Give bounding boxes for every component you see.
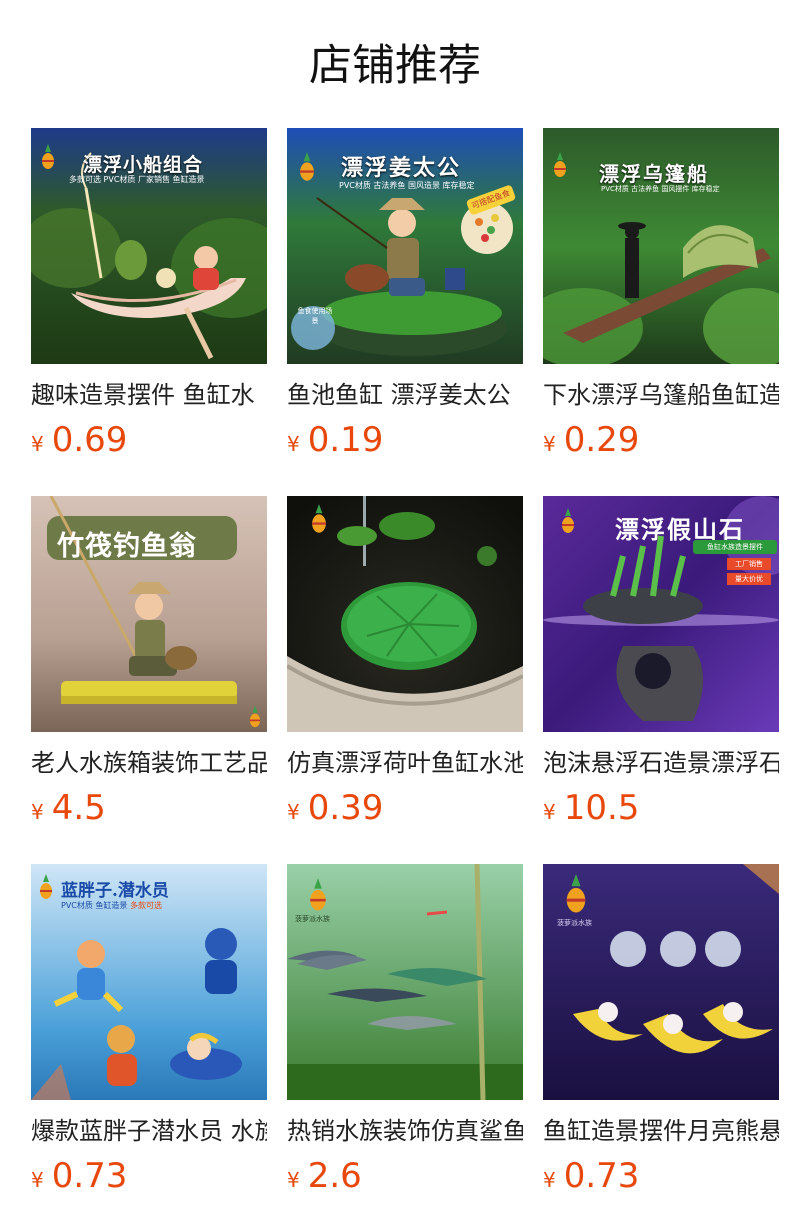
product-grid: 漂浮小船组合 多款可选 PVC材质 厂家销售 鱼缸造景 趣味造景摆件 鱼缸水 ¥… <box>31 128 790 1232</box>
currency-symbol: ¥ <box>543 1168 556 1192</box>
product-card[interactable]: 漂浮乌篷船 PVC材质 古法养鱼 国风摆件 库存稳定 下水漂浮乌篷船鱼缸造 ¥0… <box>543 128 779 466</box>
product-card[interactable]: 漂浮小船组合 多款可选 PVC材质 厂家销售 鱼缸造景 趣味造景摆件 鱼缸水 ¥… <box>31 128 267 466</box>
product-banner-title: 竹筏钓鱼翁 <box>57 531 197 562</box>
product-banner-tagline: PVC材质 鱼缸造景 多款可选 <box>61 900 162 911</box>
pineapple-logo-icon <box>309 878 327 912</box>
product-name[interactable]: 鱼池鱼缸 漂浮姜太公 <box>287 380 523 410</box>
currency-symbol: ¥ <box>287 800 300 824</box>
product-price: ¥0.39 <box>287 788 523 834</box>
product-banner-title: 漂浮姜太公 <box>341 155 462 181</box>
product-price: ¥10.5 <box>543 788 779 834</box>
product-tag: 工厂销售 <box>727 558 771 570</box>
product-card[interactable]: 仿真漂浮荷叶鱼缸水池 ¥0.39 <box>287 496 523 834</box>
price-value: 10.5 <box>563 788 640 828</box>
product-banner-tagline: 鱼缸水族造景摆件 <box>693 540 777 554</box>
product-tag: 量大价优 <box>727 573 771 585</box>
product-banner-title: 蓝胖子.潜水员 <box>61 881 169 901</box>
product-tagline-text: PVC材质 鱼缸造景 <box>61 901 128 910</box>
product-highlight: 多款可选 <box>129 901 162 910</box>
brand-name: 菠萝派水族 <box>557 919 592 927</box>
product-banner-title: 漂浮乌篷船 <box>599 162 709 186</box>
currency-symbol: ¥ <box>287 1168 300 1192</box>
product-name[interactable]: 热销水族装饰仿真鲨鱼 <box>287 1116 523 1146</box>
price-value: 0.19 <box>307 420 384 460</box>
product-image[interactable]: 漂浮小船组合 多款可选 PVC材质 厂家销售 鱼缸造景 <box>31 128 267 364</box>
product-price: ¥0.69 <box>31 420 267 466</box>
product-corner-label: 鱼食使用场景 <box>297 307 333 325</box>
product-image[interactable]: 漂浮乌篷船 PVC材质 古法养鱼 国风摆件 库存稳定 <box>543 128 779 364</box>
brand-name: 菠萝派水族 <box>295 915 330 923</box>
pineapple-logo-icon <box>39 874 53 900</box>
product-image[interactable]: 蓝胖子.潜水员 PVC材质 鱼缸造景 多款可选 <box>31 864 267 1100</box>
currency-symbol: ¥ <box>543 800 556 824</box>
pineapple-logo-icon <box>553 152 567 178</box>
currency-symbol: ¥ <box>543 432 556 456</box>
product-card[interactable]: 菠萝派水族 鱼缸造景摆件月亮熊悬 ¥0.73 <box>543 864 779 1202</box>
product-name[interactable]: 仿真漂浮荷叶鱼缸水池 <box>287 748 523 778</box>
pineapple-logo-icon <box>299 152 315 182</box>
pineapple-logo-icon <box>561 508 575 534</box>
product-banner-tagline: PVC材质 古法养鱼 国风摆件 库存稳定 <box>601 185 720 193</box>
product-card[interactable]: 菠萝派水族 热销水族装饰仿真鲨鱼 ¥2.6 <box>287 864 523 1202</box>
price-value: 0.73 <box>51 1156 128 1196</box>
product-banner-title: 漂浮小船组合 <box>83 154 204 176</box>
product-name[interactable]: 鱼缸造景摆件月亮熊悬 <box>543 1116 779 1146</box>
price-value: 4.5 <box>51 788 106 828</box>
pineapple-logo-icon <box>41 144 55 170</box>
product-card[interactable]: 竹筏钓鱼翁 老人水族箱装饰工艺品 ¥4.5 <box>31 496 267 834</box>
product-price: ¥0.19 <box>287 420 523 466</box>
product-name[interactable]: 泡沫悬浮石造景漂浮石 <box>543 748 779 778</box>
product-price: ¥0.73 <box>31 1156 267 1202</box>
currency-symbol: ¥ <box>287 432 300 456</box>
product-price: ¥0.73 <box>543 1156 779 1202</box>
product-name[interactable]: 趣味造景摆件 鱼缸水 <box>31 380 267 410</box>
product-name[interactable]: 老人水族箱装饰工艺品 <box>31 748 267 778</box>
price-value: 0.39 <box>307 788 384 828</box>
product-image[interactable]: 菠萝派水族 <box>543 864 779 1100</box>
product-card[interactable]: 漂浮姜太公 PVC材质 古法养鱼 国风造景 库存稳定 可搭配鱼食 鱼食使用场景 … <box>287 128 523 466</box>
product-image[interactable]: 菠萝派水族 <box>287 864 523 1100</box>
pineapple-logo-icon <box>565 874 587 914</box>
price-value: 0.73 <box>563 1156 640 1196</box>
product-banner-tagline: PVC材质 古法养鱼 国风造景 库存稳定 <box>339 181 475 190</box>
price-value: 0.29 <box>563 420 640 460</box>
currency-symbol: ¥ <box>31 800 44 824</box>
currency-symbol: ¥ <box>31 432 44 456</box>
pineapple-logo-icon <box>249 706 261 728</box>
product-banner-tagline: 多款可选 PVC材质 厂家销售 鱼缸造景 <box>69 175 205 184</box>
pineapple-logo-icon <box>311 504 327 534</box>
product-image[interactable] <box>287 496 523 732</box>
product-price: ¥2.6 <box>287 1156 523 1202</box>
product-price: ¥4.5 <box>31 788 267 834</box>
currency-symbol: ¥ <box>31 1168 44 1192</box>
product-image[interactable]: 漂浮假山石 鱼缸水族造景摆件 工厂销售 量大价优 <box>543 496 779 732</box>
product-name[interactable]: 爆款蓝胖子潜水员 水族 <box>31 1116 267 1146</box>
product-card[interactable]: 蓝胖子.潜水员 PVC材质 鱼缸造景 多款可选 爆款蓝胖子潜水员 水族 ¥0.7… <box>31 864 267 1202</box>
product-card[interactable]: 漂浮假山石 鱼缸水族造景摆件 工厂销售 量大价优 泡沫悬浮石造景漂浮石 ¥10.… <box>543 496 779 834</box>
product-name[interactable]: 下水漂浮乌篷船鱼缸造 <box>543 380 779 410</box>
product-image[interactable]: 竹筏钓鱼翁 <box>31 496 267 732</box>
product-price: ¥0.29 <box>543 420 779 466</box>
price-value: 2.6 <box>307 1156 362 1196</box>
product-image[interactable]: 漂浮姜太公 PVC材质 古法养鱼 国风造景 库存稳定 可搭配鱼食 鱼食使用场景 <box>287 128 523 364</box>
price-value: 0.69 <box>51 420 128 460</box>
page-title: 店铺推荐 <box>309 41 481 91</box>
